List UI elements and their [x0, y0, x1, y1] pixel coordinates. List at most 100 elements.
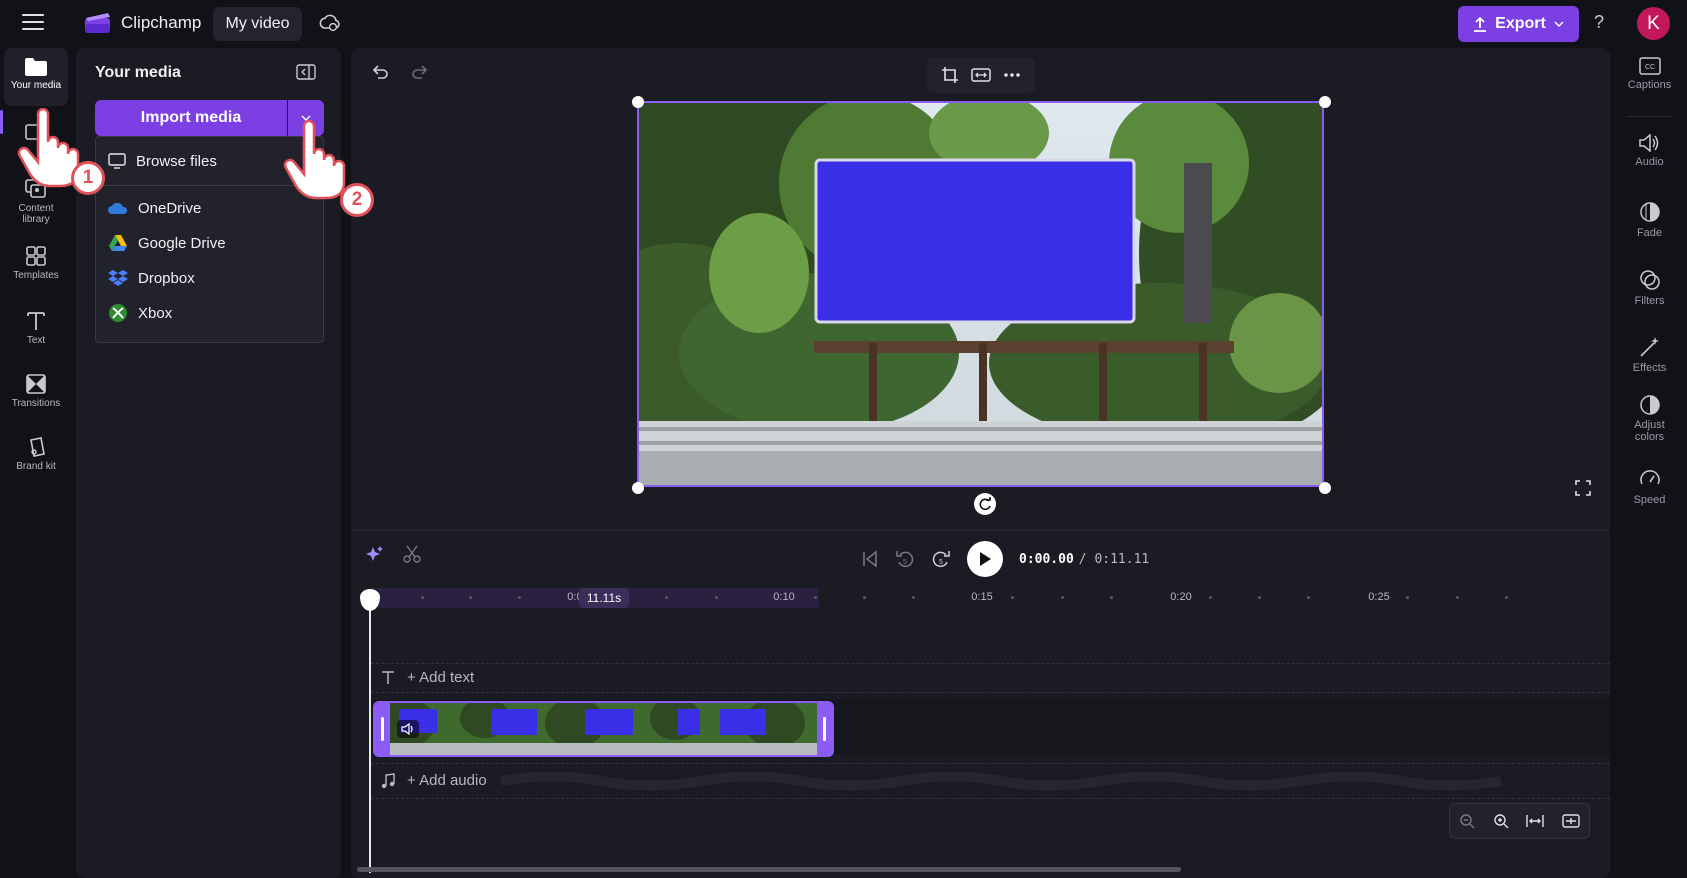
resize-handle[interactable]: [1319, 482, 1331, 494]
collapse-panel-icon[interactable]: [296, 64, 316, 80]
video-clip[interactable]: [373, 701, 834, 757]
rail-item-text[interactable]: Text: [4, 310, 68, 354]
time-display: 0:00.00 / 0:11.11: [1019, 552, 1149, 567]
add-text-button[interactable]: + Add text: [381, 669, 474, 686]
adjust-colors-icon: [1612, 394, 1687, 416]
menu-item-label: Dropbox: [138, 269, 195, 287]
resize-handle[interactable]: [632, 96, 644, 108]
right-rail: CC Captions Audio Fade Filters Effects A…: [1612, 48, 1687, 878]
rail-item-adjust-colors[interactable]: Adjust colors: [1612, 394, 1687, 443]
clip-trim-start-handle[interactable]: [375, 703, 390, 755]
rail-divider: [1626, 116, 1673, 117]
rail-item-fade[interactable]: Fade: [1612, 201, 1687, 239]
rail-label: Transitions: [11, 398, 61, 409]
ruler-tick: [665, 596, 668, 599]
rail-label: Speed: [1633, 494, 1666, 506]
audio-waveform-placeholder: [500, 771, 1502, 791]
rail-item-your-media[interactable]: Your media: [4, 48, 68, 106]
resize-handle[interactable]: [1319, 96, 1331, 108]
clip-volume-icon[interactable]: [397, 720, 419, 738]
captions-icon: CC: [1612, 57, 1687, 75]
rail-label: Audio: [1635, 156, 1664, 168]
video-canvas[interactable]: [637, 101, 1324, 487]
ruler-label: 0:20: [1170, 591, 1192, 603]
zoom-out-icon[interactable]: [1459, 813, 1475, 829]
magic-wand-icon: [1612, 336, 1687, 358]
svg-text:CC: CC: [1644, 64, 1654, 71]
rail-item-captions[interactable]: CC Captions: [1612, 57, 1687, 91]
app-name: Clipchamp: [121, 13, 202, 32]
menu-item-xbox[interactable]: Xbox: [96, 296, 323, 330]
rail-label: Filters: [1634, 295, 1665, 307]
rail-label: Effects: [1632, 362, 1667, 374]
text-track[interactable]: + Add text: [371, 663, 1610, 693]
speed-icon: [1612, 468, 1687, 490]
fit-timeline-icon[interactable]: [1526, 814, 1545, 828]
project-name-tab[interactable]: My video: [213, 7, 302, 41]
expand-tracks-icon[interactable]: [1562, 814, 1580, 828]
brand: Clipchamp: [84, 12, 201, 34]
crop-icon[interactable]: [941, 66, 959, 84]
audio-track[interactable]: + Add audio: [371, 763, 1610, 799]
scissors-icon[interactable]: [403, 545, 421, 563]
import-media-button[interactable]: Import media: [95, 100, 287, 136]
billboard-video-frame: [639, 103, 1322, 485]
rail-item-filters[interactable]: Filters: [1612, 269, 1687, 307]
video-track: [371, 699, 1610, 757]
current-time: 0:00.00: [1019, 551, 1074, 567]
ruler-tick: [1011, 596, 1014, 599]
playback-controls: 5 5 0:00.00 / 0:11.11: [861, 541, 1149, 577]
play-button[interactable]: [967, 541, 1003, 577]
text-icon: [4, 310, 68, 332]
clip-thumbnails: [375, 703, 832, 755]
avatar[interactable]: K: [1637, 7, 1670, 40]
add-audio-button[interactable]: + Add audio: [381, 772, 487, 789]
rotate-icon[interactable]: [974, 493, 996, 515]
text-icon: [382, 670, 394, 684]
rail-item-effects[interactable]: Effects: [1612, 336, 1687, 374]
rail-item-speed[interactable]: Speed: [1612, 468, 1687, 506]
undo-icon[interactable]: [371, 63, 389, 86]
menu-item-google-drive[interactable]: Google Drive: [96, 226, 323, 260]
more-options-icon[interactable]: [1003, 72, 1021, 78]
clip-trim-end-handle[interactable]: [817, 703, 832, 755]
timeline-tools: [365, 545, 421, 563]
rail-item-templates[interactable]: Templates: [4, 245, 68, 289]
top-bar: Clipchamp My video Export ? K: [0, 0, 1687, 48]
forward-5s-icon[interactable]: 5: [931, 549, 951, 569]
ruler-label: 0:15: [971, 591, 993, 603]
rail-item-audio[interactable]: Audio: [1612, 134, 1687, 168]
zoom-controls: [1449, 803, 1590, 839]
fullscreen-icon[interactable]: [1575, 480, 1591, 501]
rail-item-brand-kit[interactable]: Brand kit: [4, 436, 68, 480]
horizontal-scrollbar[interactable]: [357, 867, 1181, 872]
rewind-5s-icon[interactable]: 5: [895, 549, 915, 569]
help-icon[interactable]: ?: [1594, 12, 1604, 33]
export-label: Export: [1495, 15, 1546, 32]
zoom-in-icon[interactable]: [1493, 813, 1509, 829]
add-audio-label: + Add audio: [407, 772, 487, 789]
fit-icon[interactable]: [971, 67, 991, 83]
ruler-tick: [469, 596, 472, 599]
menu-item-dropbox[interactable]: Dropbox: [96, 261, 323, 295]
redo-icon[interactable]: [411, 63, 429, 86]
resize-handle[interactable]: [632, 482, 644, 494]
rail-item-transitions[interactable]: Transitions: [4, 373, 68, 417]
brand-kit-icon: [4, 436, 68, 458]
hamburger-menu-icon[interactable]: [22, 14, 44, 32]
menu-item-label: OneDrive: [138, 199, 202, 217]
timeline: 5 5 0:00.00 / 0:11.11 0:05 0:10 0:15 0:2…: [351, 530, 1610, 878]
editor-main: 5 5 0:00.00 / 0:11.11 0:05 0:10 0:15 0:2…: [351, 48, 1610, 878]
export-button[interactable]: Export: [1458, 6, 1579, 42]
ruler-tick: [1209, 596, 1212, 599]
ai-sparkle-icon[interactable]: [365, 545, 383, 563]
ruler-tick: [421, 596, 424, 599]
ruler-tick: [1061, 596, 1064, 599]
cloud-sync-icon[interactable]: [318, 13, 340, 33]
skip-to-start-icon[interactable]: [861, 550, 879, 568]
rail-label: Content library: [18, 203, 54, 225]
forward-seconds: 5: [939, 559, 943, 566]
ruler-tick: [1406, 596, 1409, 599]
time-ruler[interactable]: 0:05 0:10 0:15 0:20 0:25: [351, 588, 1610, 608]
dropbox-icon: [108, 270, 128, 286]
